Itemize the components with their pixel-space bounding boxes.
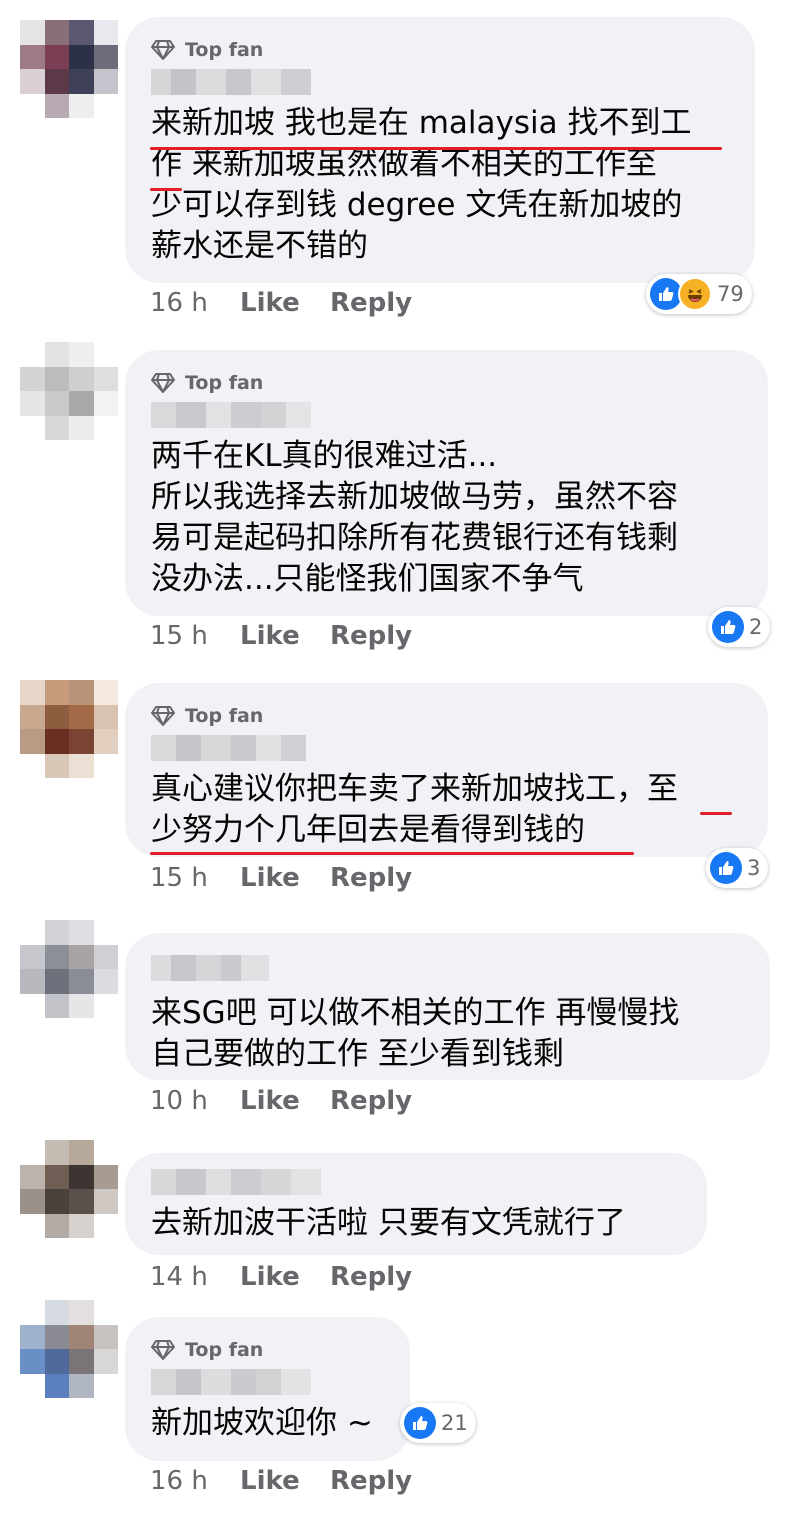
avatar[interactable] (20, 680, 118, 778)
top-fan-label: Top fan (185, 1339, 264, 1361)
diamond-icon (151, 40, 175, 60)
timestamp[interactable]: 10 h (150, 1086, 240, 1116)
like-button[interactable]: Like (240, 288, 330, 318)
comment-text: 两千在KL真的很难过活... 所以我选择去新加坡做马劳，虽然不容 易可是起码扣除… (151, 438, 678, 597)
highlight-underline (700, 812, 732, 815)
reply-button[interactable]: Reply (330, 621, 412, 651)
avatar[interactable] (20, 920, 118, 1018)
top-fan-badge: Top fan (151, 35, 729, 65)
author-name-redacted[interactable] (151, 735, 306, 761)
like-button[interactable]: Like (240, 863, 330, 893)
haha-reaction-icon (678, 277, 712, 311)
avatar[interactable] (20, 342, 118, 440)
reply-button[interactable]: Reply (330, 863, 412, 893)
comment-bubble: Top fan 真心建议你把车卖了来新加坡找工，至 少努力个几年回去是看得到钱的 (125, 683, 768, 857)
reaction-count: 2 (749, 615, 763, 639)
reaction-count: 21 (441, 1411, 468, 1435)
like-reaction-icon (712, 611, 744, 643)
comment-text: 来SG吧 可以做不相关的工作 再慢慢找 自己要做的工作 至少看到钱剩 (151, 995, 680, 1072)
comment-bubble: 来SG吧 可以做不相关的工作 再慢慢找 自己要做的工作 至少看到钱剩 (125, 933, 770, 1080)
comment-actions: 15 h Like Reply (150, 863, 412, 893)
comment-actions: 16 h Like Reply (150, 288, 412, 318)
top-fan-badge: Top fan (151, 701, 742, 731)
like-button[interactable]: Like (240, 1086, 330, 1116)
top-fan-label: Top fan (185, 39, 264, 61)
comment-text: 新加坡欢迎你 ~ (151, 1405, 373, 1441)
like-button[interactable]: Like (240, 1262, 330, 1292)
avatar[interactable] (20, 1300, 118, 1398)
author-name-redacted[interactable] (151, 402, 311, 428)
timestamp[interactable]: 16 h (150, 1466, 240, 1496)
reaction-count: 79 (717, 282, 744, 306)
top-fan-badge: Top fan (151, 368, 742, 398)
author-name-redacted[interactable] (151, 69, 311, 95)
like-reaction-icon (710, 852, 742, 884)
author-name-redacted[interactable] (151, 1169, 321, 1195)
comment-bubble: Top fan 新加坡欢迎你 ~ (125, 1317, 410, 1461)
comment-bubble: 去新加波干活啦 只要有文凭就行了 (125, 1153, 707, 1255)
highlight-underline (150, 188, 182, 191)
avatar[interactable] (20, 20, 118, 118)
diamond-icon (151, 373, 175, 393)
timestamp[interactable]: 16 h (150, 288, 240, 318)
timestamp[interactable]: 15 h (150, 863, 240, 893)
timestamp[interactable]: 14 h (150, 1262, 240, 1292)
reaction-count: 3 (747, 856, 761, 880)
comment-text: 真心建议你把车卖了来新加坡找工，至 少努力个几年回去是看得到钱的 (151, 771, 678, 848)
reply-button[interactable]: Reply (330, 1086, 412, 1116)
comment-actions: 10 h Like Reply (150, 1086, 412, 1116)
reply-button[interactable]: Reply (330, 288, 412, 318)
comment-actions: 14 h Like Reply (150, 1262, 412, 1292)
reaction-summary[interactable]: 2 (708, 607, 771, 647)
highlight-underline (150, 147, 722, 150)
avatar[interactable] (20, 1140, 118, 1238)
comment-bubble: Top fan 两千在KL真的很难过活... 所以我选择去新加坡做马劳，虽然不容… (125, 350, 768, 616)
reaction-summary[interactable]: 3 (706, 848, 769, 888)
reply-button[interactable]: Reply (330, 1466, 412, 1496)
reply-button[interactable]: Reply (330, 1262, 412, 1292)
top-fan-badge: Top fan (151, 1335, 384, 1365)
reaction-summary[interactable]: 79 (646, 274, 752, 314)
reaction-summary[interactable]: 21 (400, 1403, 476, 1443)
comment-actions: 15 h Like Reply (150, 621, 412, 651)
comment-text: 去新加波干活啦 只要有文凭就行了 (151, 1205, 626, 1241)
author-name-redacted[interactable] (151, 1369, 311, 1395)
comment-actions: 16 h Like Reply (150, 1466, 412, 1496)
diamond-icon (151, 1340, 175, 1360)
like-reaction-icon (404, 1407, 436, 1439)
comment-bubble: Top fan 来新加坡 我也是在 malaysia 找不到工 作 来新加坡虽然… (125, 17, 755, 283)
like-button[interactable]: Like (240, 1466, 330, 1496)
diamond-icon (151, 706, 175, 726)
top-fan-label: Top fan (185, 372, 264, 394)
like-button[interactable]: Like (240, 621, 330, 651)
author-name-redacted[interactable] (151, 955, 269, 981)
highlight-underline (150, 852, 634, 855)
top-fan-label: Top fan (185, 705, 264, 727)
timestamp[interactable]: 15 h (150, 621, 240, 651)
comment-text: 来新加坡 我也是在 malaysia 找不到工 作 来新加坡虽然做着不相关的工作… (151, 105, 692, 264)
